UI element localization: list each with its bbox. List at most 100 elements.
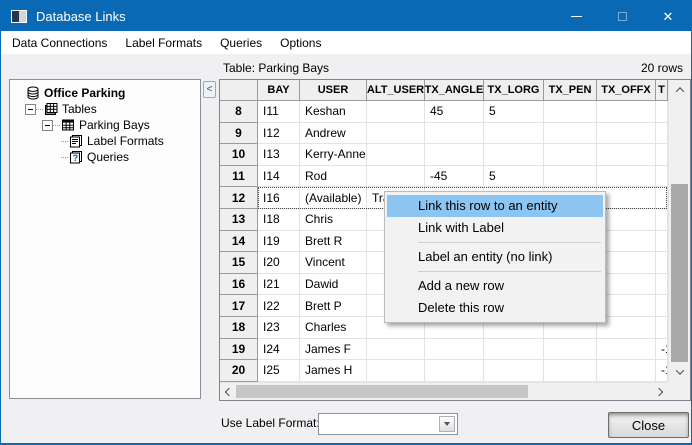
- grid-cell[interactable]: James F: [300, 339, 367, 361]
- grid-cell[interactable]: [367, 360, 425, 382]
- column-header-tx_lorg[interactable]: TX_LORG: [484, 80, 544, 101]
- tree-item-tables[interactable]: Tables: [10, 101, 200, 117]
- grid-cell[interactable]: [597, 166, 656, 188]
- row-number[interactable]: 17: [220, 295, 258, 317]
- grid-cell[interactable]: Kerry-Anne: [300, 144, 367, 166]
- vertical-scroll-thumb[interactable]: [671, 184, 688, 362]
- grid-cell[interactable]: [367, 123, 425, 145]
- grid-cell[interactable]: Andrew: [300, 123, 367, 145]
- vertical-scrollbar[interactable]: [668, 80, 690, 382]
- tree-item-queries[interactable]: ? Queries: [10, 149, 200, 165]
- horizontal-scroll-thumb[interactable]: [236, 385, 528, 398]
- context-menu-item[interactable]: Link with Label: [387, 217, 603, 239]
- row-number[interactable]: 16: [220, 274, 258, 296]
- row-number[interactable]: 9: [220, 123, 258, 145]
- grid-cell[interactable]: [544, 123, 597, 145]
- grid-cell[interactable]: Charles: [300, 317, 367, 339]
- grid-cell[interactable]: Keshan: [300, 101, 367, 123]
- combobox-dropdown-button[interactable]: [439, 416, 455, 432]
- menu-queries[interactable]: Queries: [211, 32, 271, 54]
- row-number[interactable]: 11: [220, 166, 258, 188]
- grid-cell[interactable]: [544, 339, 597, 361]
- grid-cell[interactable]: James H: [300, 360, 367, 382]
- column-header-t[interactable]: T: [656, 80, 668, 101]
- grid-cell[interactable]: [544, 360, 597, 382]
- grid-cell[interactable]: Brett P: [300, 295, 367, 317]
- grid-cell[interactable]: [425, 123, 484, 145]
- scroll-right-button[interactable]: [653, 383, 665, 400]
- row-number[interactable]: 12: [220, 187, 258, 209]
- context-menu-item[interactable]: Link this row to an entity: [387, 195, 603, 217]
- grid-cell[interactable]: [367, 339, 425, 361]
- grid-cell[interactable]: I22: [258, 295, 300, 317]
- grid-cell[interactable]: [367, 166, 425, 188]
- close-window-button[interactable]: ✕: [645, 1, 691, 31]
- row-number[interactable]: 10: [220, 144, 258, 166]
- horizontal-scrollbar[interactable]: [220, 382, 668, 400]
- row-number[interactable]: 14: [220, 231, 258, 253]
- row-number[interactable]: 20: [220, 360, 258, 382]
- grid-cell[interactable]: [425, 144, 484, 166]
- grid-cell[interactable]: [656, 144, 668, 166]
- grid-cell[interactable]: I11: [258, 101, 300, 123]
- grid-cell[interactable]: I19: [258, 231, 300, 253]
- scroll-up-button[interactable]: [669, 83, 690, 97]
- grid-cell[interactable]: [425, 339, 484, 361]
- context-menu-item[interactable]: Add a new row: [387, 275, 603, 297]
- grid-cell[interactable]: I14: [258, 166, 300, 188]
- tree-item-label-formats[interactable]: Label Formats: [10, 133, 200, 149]
- grid-cell[interactable]: [656, 295, 668, 317]
- maximize-button[interactable]: [599, 1, 645, 31]
- column-header-tx_angle[interactable]: TX_ANGLE: [425, 80, 484, 101]
- column-header-tx_offx[interactable]: TX_OFFX: [597, 80, 656, 101]
- grid-cell[interactable]: [484, 144, 544, 166]
- grid-cell[interactable]: [597, 101, 656, 123]
- context-menu-item[interactable]: Delete this row: [387, 297, 603, 319]
- grid-cell[interactable]: I24: [258, 339, 300, 361]
- grid-cell[interactable]: [597, 339, 656, 361]
- grid-cell[interactable]: [597, 123, 656, 145]
- grid-cell[interactable]: I13: [258, 144, 300, 166]
- grid-cell[interactable]: [656, 231, 668, 253]
- grid-cell[interactable]: Rod: [300, 166, 367, 188]
- grid-cell[interactable]: [484, 360, 544, 382]
- scroll-left-button[interactable]: [223, 383, 235, 400]
- menu-options[interactable]: Options: [271, 32, 330, 54]
- grid-cell[interactable]: [656, 101, 668, 123]
- grid-cell[interactable]: Dawid: [300, 274, 367, 296]
- scroll-down-button[interactable]: [669, 365, 690, 379]
- row-number[interactable]: 8: [220, 101, 258, 123]
- collapse-expander-icon[interactable]: [42, 120, 53, 131]
- grid-cell[interactable]: I12: [258, 123, 300, 145]
- grid-cell[interactable]: [656, 166, 668, 188]
- menu-data-connections[interactable]: Data Connections: [3, 32, 116, 54]
- grid-cell[interactable]: [656, 317, 668, 339]
- grid-cell[interactable]: [544, 101, 597, 123]
- grid-cell[interactable]: [656, 274, 668, 296]
- grid-cell[interactable]: [656, 209, 668, 231]
- row-number[interactable]: 13: [220, 209, 258, 231]
- grid-cell[interactable]: [656, 252, 668, 274]
- column-header-bay[interactable]: BAY: [258, 80, 300, 101]
- grid-cell[interactable]: [597, 360, 656, 382]
- grid-cell[interactable]: I18: [258, 209, 300, 231]
- grid-cell[interactable]: 45: [425, 101, 484, 123]
- grid-cell[interactable]: [484, 339, 544, 361]
- grid-cell[interactable]: [425, 360, 484, 382]
- grid-cell[interactable]: [597, 144, 656, 166]
- collapse-expander-icon[interactable]: [25, 104, 36, 115]
- column-header-alt_user[interactable]: ALT_USER: [367, 80, 425, 101]
- close-button[interactable]: Close: [608, 412, 689, 438]
- row-number-header[interactable]: [220, 80, 258, 101]
- minimize-button[interactable]: [553, 1, 599, 31]
- context-menu-item[interactable]: Label an entity (no link): [387, 246, 603, 268]
- grid-cell[interactable]: [656, 123, 668, 145]
- grid-cell[interactable]: I21: [258, 274, 300, 296]
- row-number[interactable]: 15: [220, 252, 258, 274]
- tree-item-parking-bays[interactable]: Parking Bays: [10, 117, 200, 133]
- grid-cell[interactable]: 5: [484, 166, 544, 188]
- grid-cell[interactable]: I16: [258, 187, 300, 209]
- grid-cell[interactable]: Chris: [300, 209, 367, 231]
- column-header-user[interactable]: USER: [300, 80, 367, 101]
- grid-cell[interactable]: [367, 144, 425, 166]
